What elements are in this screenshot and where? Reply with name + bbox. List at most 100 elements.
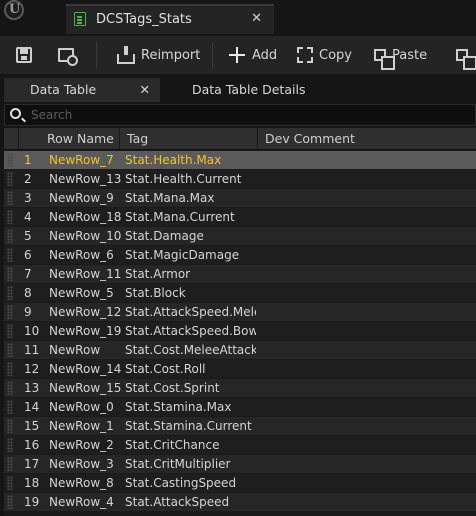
header-grip — [4, 128, 19, 150]
panel-tabs: Data Table ✕ Data Table Details — [0, 78, 476, 102]
drag-handle-icon[interactable] — [7, 476, 13, 490]
toolbar: Reimport Add Copy Paste — [0, 36, 476, 74]
tab-data-table-details-label: Data Table Details — [192, 82, 306, 97]
save-button[interactable] — [16, 36, 38, 74]
row-name-cell: NewRow_13 — [49, 172, 121, 186]
drag-handle-icon[interactable] — [7, 172, 13, 186]
row-index: 13 — [24, 381, 40, 395]
tag-cell: Stat.Cost.Sprint — [125, 381, 220, 395]
row-index: 12 — [24, 362, 40, 376]
reimport-button[interactable]: Reimport — [117, 36, 200, 74]
row-index: 8 — [24, 286, 32, 300]
row-index: 14 — [24, 400, 40, 414]
table-row[interactable]: 4 NewRow_18 Stat.Mana.Current — [4, 208, 476, 226]
close-icon[interactable]: ✕ — [140, 82, 150, 97]
table-row[interactable]: 6 NewRow_6 Stat.MagicDamage — [4, 246, 476, 264]
table-row[interactable]: 9 NewRow_12 Stat.AttackSpeed.Melee — [4, 303, 476, 321]
column-header-dev-comment[interactable]: Dev Comment — [258, 128, 476, 150]
search-bar — [4, 104, 476, 126]
row-index: 4 — [24, 210, 32, 224]
tag-cell: Stat.CritChance — [125, 438, 220, 452]
table-row[interactable]: 10 NewRow_19 Stat.AttackSpeed.Bow — [4, 322, 476, 340]
column-header-tag[interactable]: Tag — [120, 128, 258, 150]
row-name-cell: NewRow_15 — [49, 381, 121, 395]
tag-cell: Stat.Block — [125, 286, 186, 300]
row-index: 1 — [24, 153, 32, 167]
row-name-cell: NewRow_4 — [49, 495, 114, 509]
drag-handle-icon[interactable] — [7, 457, 13, 471]
row-index: 17 — [24, 457, 40, 471]
table-row[interactable]: 15 NewRow_1 Stat.Stamina.Current — [4, 417, 476, 435]
row-name-cell: NewRow_8 — [49, 476, 114, 490]
drag-handle-icon[interactable] — [7, 343, 13, 357]
row-name-cell: NewRow_7 — [49, 153, 114, 167]
table-row[interactable]: 3 NewRow_9 Stat.Mana.Max — [4, 189, 476, 207]
drag-handle-icon[interactable] — [7, 248, 13, 262]
drag-handle-icon[interactable] — [7, 229, 13, 243]
row-index: 2 — [24, 172, 32, 186]
document-tab-title: DCSTags_Stats — [96, 12, 192, 27]
row-name-cell: NewRow_5 — [49, 286, 114, 300]
table-row[interactable]: 17 NewRow_3 Stat.CritMultiplier — [4, 455, 476, 473]
title-bar: U DCSTags_Stats ✕ — [0, 0, 476, 36]
tag-cell: Stat.Mana.Max — [125, 191, 215, 205]
drag-handle-icon[interactable] — [7, 324, 13, 338]
copy-button[interactable]: Copy — [297, 36, 352, 74]
table-row[interactable]: 13 NewRow_15 Stat.Cost.Sprint — [4, 379, 476, 397]
drag-handle-icon[interactable] — [7, 362, 13, 376]
tab-data-table[interactable]: Data Table ✕ — [4, 78, 160, 102]
drag-handle-icon[interactable] — [7, 495, 13, 509]
row-name-cell: NewRow_11 — [49, 267, 121, 281]
tag-cell: Stat.CastingSpeed — [125, 476, 237, 490]
reimport-label: Reimport — [141, 47, 201, 63]
drag-handle-icon[interactable] — [7, 153, 13, 167]
drag-handle-icon[interactable] — [7, 267, 13, 281]
search-input[interactable] — [31, 107, 461, 123]
paste-label: Paste — [392, 47, 428, 63]
drag-handle-icon[interactable] — [7, 419, 13, 433]
drag-handle-icon[interactable] — [7, 438, 13, 452]
table-row[interactable]: 16 NewRow_2 Stat.CritChance — [4, 436, 476, 454]
table-row[interactable]: 7 NewRow_11 Stat.Armor — [4, 265, 476, 283]
tab-data-table-details[interactable]: Data Table Details — [192, 78, 305, 102]
drag-handle-icon[interactable] — [7, 305, 13, 319]
duplicate-button[interactable] — [456, 36, 476, 74]
table-row[interactable]: 12 NewRow_14 Stat.Cost.Roll — [4, 360, 476, 378]
tag-cell: Stat.Health.Max — [125, 153, 222, 167]
column-header-row-name[interactable]: Row Name — [19, 128, 120, 150]
tag-cell: Stat.AttackSpeed.Bow — [125, 324, 256, 338]
tag-cell: Stat.Damage — [125, 229, 204, 243]
row-index: 11 — [24, 343, 40, 357]
row-name-cell: NewRow_2 — [49, 438, 114, 452]
add-row-button[interactable]: Add — [228, 36, 277, 74]
paste-button[interactable]: Paste — [374, 36, 427, 74]
drag-handle-icon[interactable] — [7, 400, 13, 414]
save-icon — [16, 47, 32, 63]
table-row[interactable]: 19 NewRow_4 Stat.AttackSpeed — [4, 493, 476, 511]
row-name-cell: NewRow_12 — [49, 305, 121, 319]
close-icon[interactable]: ✕ — [251, 11, 262, 26]
data-table-icon — [74, 12, 86, 26]
drag-handle-icon[interactable] — [7, 191, 13, 205]
row-name-cell: NewRow_0 — [49, 400, 114, 414]
drag-handle-icon[interactable] — [7, 210, 13, 224]
unreal-engine-logo-icon[interactable]: U — [4, 0, 24, 20]
table-row[interactable]: 2 NewRow_13 Stat.Health.Current — [4, 170, 476, 188]
row-index: 9 — [24, 305, 32, 319]
table-row[interactable]: 5 NewRow_10 Stat.Damage — [4, 227, 476, 245]
table-row[interactable]: 18 NewRow_8 Stat.CastingSpeed — [4, 474, 476, 492]
table-row[interactable]: 14 NewRow_0 Stat.Stamina.Max — [4, 398, 476, 416]
browse-icon — [58, 48, 78, 66]
document-tab[interactable]: DCSTags_Stats ✕ — [66, 4, 274, 34]
table-row[interactable]: 1 NewRow_7 Stat.Health.Max — [4, 151, 476, 169]
tag-cell: Stat.Cost.Roll — [125, 362, 206, 376]
row-name-cell: NewRow_6 — [49, 248, 114, 262]
table-row[interactable]: 11 NewRow Stat.Cost.MeleeAttack — [4, 341, 476, 359]
tag-cell: Stat.Cost.MeleeAttack — [125, 343, 256, 357]
row-name-cell: NewRow_10 — [49, 229, 121, 243]
drag-handle-icon[interactable] — [7, 381, 13, 395]
paste-icon — [374, 49, 395, 70]
drag-handle-icon[interactable] — [7, 286, 13, 300]
table-row[interactable]: 8 NewRow_5 Stat.Block — [4, 284, 476, 302]
browse-button[interactable] — [58, 36, 80, 74]
